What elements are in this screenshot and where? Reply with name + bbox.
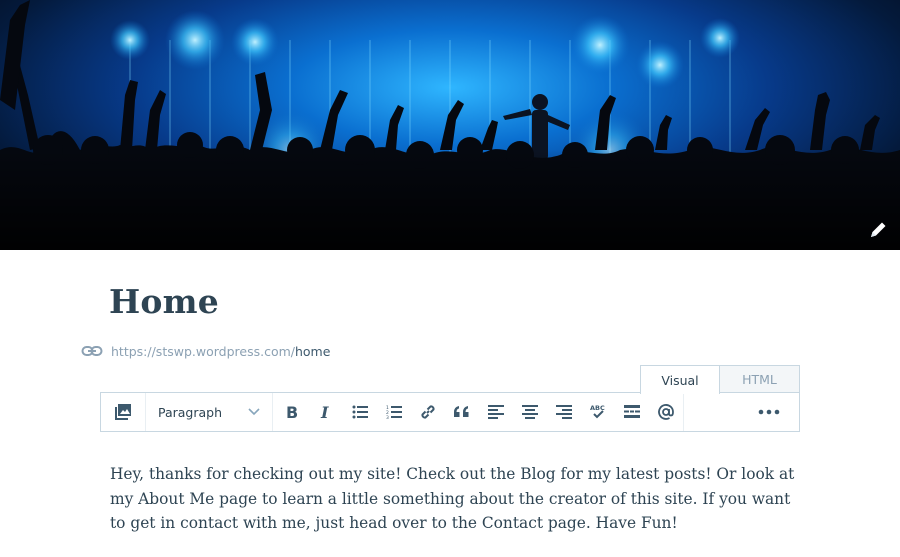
read-more-button[interactable] (615, 393, 649, 431)
align-right-button[interactable] (547, 393, 581, 431)
permalink-link[interactable]: https://stswp.wordpress.com/home (111, 344, 330, 359)
toolbar-format-section: B I 1 2 3 ABC (273, 393, 684, 431)
align-center-button[interactable] (513, 393, 547, 431)
numbered-list-icon: 1 2 3 (386, 405, 402, 419)
format-select-value: Paragraph (158, 404, 223, 420)
ellipsis-icon (758, 409, 780, 415)
align-center-icon (522, 405, 538, 419)
svg-text:I: I (320, 404, 329, 420)
toolbar-media-section (101, 393, 146, 431)
bold-button[interactable]: B (275, 393, 309, 431)
align-left-icon (488, 405, 504, 419)
italic-icon: I (320, 404, 329, 420)
add-media-button[interactable] (101, 393, 145, 431)
bulleted-list-button[interactable] (343, 393, 377, 431)
insert-link-button[interactable] (411, 393, 445, 431)
editor-mode-tabs: Visual HTML (640, 365, 800, 394)
permalink-row: https://stswp.wordpress.com/home (81, 342, 330, 360)
permalink-slug: home (294, 343, 331, 359)
edit-header-image-button[interactable] (864, 216, 892, 244)
bulleted-list-icon (352, 405, 368, 419)
page-title[interactable]: Home (109, 282, 219, 321)
link-icon (421, 405, 435, 419)
editor-toolbar: Paragraph B I 1 2 3 ABC (100, 392, 800, 432)
spellcheck-icon: ABC (590, 404, 605, 419)
spellcheck-button[interactable]: ABC (581, 393, 615, 431)
tab-visual[interactable]: Visual (640, 365, 720, 394)
at-icon (658, 404, 674, 420)
quote-icon (454, 406, 469, 417)
header-image (0, 0, 900, 250)
tab-html[interactable]: HTML (720, 365, 800, 393)
chevron-down-icon (248, 408, 260, 416)
more-options-button[interactable] (739, 393, 799, 431)
italic-button[interactable]: I (309, 393, 343, 431)
format-select[interactable]: Paragraph (146, 393, 273, 431)
link-icon (81, 346, 103, 356)
pencil-icon (871, 222, 886, 237)
blockquote-button[interactable] (445, 393, 479, 431)
permalink-base: https://stswp.wordpress.com/ (111, 343, 295, 359)
read-more-icon (624, 405, 640, 418)
contact-form-button[interactable] (649, 393, 683, 431)
media-icon (115, 404, 131, 420)
concert-crowd-illustration (0, 0, 900, 250)
align-right-icon (556, 405, 572, 419)
bold-icon: B (286, 404, 298, 420)
svg-text:B: B (286, 404, 298, 420)
svg-text:3: 3 (386, 415, 389, 419)
editor-content[interactable]: Hey, thanks for checking out my site! Ch… (110, 462, 810, 536)
align-left-button[interactable] (479, 393, 513, 431)
numbered-list-button[interactable]: 1 2 3 (377, 393, 411, 431)
